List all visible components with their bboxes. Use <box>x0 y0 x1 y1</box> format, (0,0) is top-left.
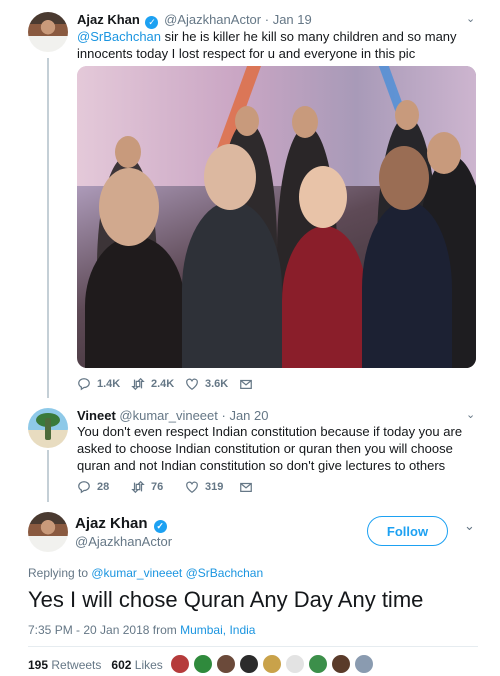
tweet-actions: 28 76 319 <box>77 480 293 494</box>
photo-face <box>299 166 347 228</box>
reply-icon <box>78 378 90 391</box>
thread-line <box>47 450 49 502</box>
author-name[interactable]: Ajaz Khan <box>77 12 140 27</box>
message-button[interactable] <box>239 480 293 494</box>
liker-avatar[interactable] <box>308 654 328 674</box>
tweet-date[interactable]: · Jan 19 <box>265 12 312 27</box>
like-icon <box>186 378 198 390</box>
tweet-body: You don't even respect Indian constituti… <box>77 424 463 473</box>
like-label: Likes <box>131 658 163 672</box>
photo-face <box>99 168 159 246</box>
chevron-down-icon[interactable]: ⌄ <box>466 408 475 421</box>
tweet-actions: 1.4K 2.4K 3.6K <box>77 377 293 391</box>
photo-face <box>204 144 256 210</box>
liker-avatar[interactable] <box>170 654 190 674</box>
like-button[interactable]: 3.6K <box>185 377 239 391</box>
retweet-button[interactable]: 76 <box>131 480 185 494</box>
liker-avatars <box>170 654 377 674</box>
message-icon <box>240 379 252 389</box>
thread-line <box>47 58 49 398</box>
timestamp-text[interactable]: 7:35 PM - 20 Jan 2018 from <box>28 623 180 637</box>
liker-avatar[interactable] <box>354 654 374 674</box>
like-total: 602 <box>111 658 132 672</box>
follow-button[interactable]: Follow <box>367 516 448 546</box>
tweet-body: Yes I will chose Quran Any Day Any time <box>28 587 424 612</box>
photo-face <box>115 136 141 168</box>
tweet-date[interactable]: · Jan 20 <box>222 408 269 423</box>
author-name[interactable]: Vineet <box>77 408 116 423</box>
retweet-total: 195 <box>28 658 49 672</box>
photo-person <box>282 226 367 368</box>
chevron-down-icon[interactable]: ⌄ <box>466 12 475 25</box>
tweet-header: Vineet @kumar_vineeet · Jan 20 <box>77 408 268 423</box>
photo-face <box>235 106 259 136</box>
liker-avatar[interactable] <box>285 654 305 674</box>
avatar[interactable] <box>28 12 68 52</box>
verified-icon: ✓ <box>153 520 167 533</box>
retweet-count: 76 <box>151 481 164 493</box>
likes-stat[interactable]: 602 Likes <box>111 658 162 672</box>
reply-count: 28 <box>97 481 110 493</box>
liker-avatar[interactable] <box>216 654 236 674</box>
author-handle[interactable]: @kumar_vineeet <box>119 408 217 423</box>
like-button[interactable]: 319 <box>185 480 239 494</box>
photo-person <box>362 201 452 368</box>
author-handle[interactable]: @AjazkhanActor <box>164 12 261 27</box>
photo-face <box>395 100 419 130</box>
liker-avatar[interactable] <box>331 654 351 674</box>
reply-icon <box>78 481 90 494</box>
replying-to-links[interactable]: @kumar_vineeet @SrBachchan <box>91 566 263 580</box>
tweet-header: Ajaz Khan ✓ @AjazkhanActor · Jan 19 <box>77 12 312 29</box>
reply-button[interactable]: 28 <box>77 480 131 494</box>
reply-button[interactable]: 1.4K <box>77 377 131 391</box>
photo-face <box>292 106 318 138</box>
reply-count: 1.4K <box>97 378 121 390</box>
retweet-button[interactable]: 2.4K <box>131 377 185 391</box>
liker-avatar[interactable] <box>193 654 213 674</box>
mention-link[interactable]: @SrBachchan <box>77 29 161 44</box>
chevron-down-icon[interactable]: ⌄ <box>464 518 475 534</box>
like-count: 3.6K <box>205 378 229 390</box>
retweets-stat[interactable]: 195 Retweets <box>28 658 101 672</box>
avatar[interactable] <box>28 512 68 552</box>
photo-face <box>379 146 429 210</box>
avatar[interactable] <box>28 408 68 448</box>
tweet-timestamp: 7:35 PM - 20 Jan 2018 from Mumbai, India <box>28 623 255 637</box>
liker-avatar[interactable] <box>239 654 259 674</box>
liker-avatar[interactable] <box>262 654 282 674</box>
photo-face <box>427 132 461 174</box>
retweet-label: Retweets <box>48 658 102 672</box>
message-icon <box>240 482 252 492</box>
retweet-count: 2.4K <box>151 378 175 390</box>
tweet-photo[interactable] <box>77 66 476 368</box>
photo-person <box>85 236 185 368</box>
tweet-text: @SrBachchan sir he is killer he kill so … <box>77 28 472 62</box>
like-count: 319 <box>205 481 224 493</box>
location-link[interactable]: Mumbai, India <box>180 623 255 637</box>
message-button[interactable] <box>239 377 293 391</box>
author-name[interactable]: Ajaz Khan ✓ <box>75 515 169 533</box>
retweet-icon <box>131 480 145 494</box>
author-handle[interactable]: @AjazkhanActor <box>75 534 172 549</box>
like-icon <box>186 481 198 493</box>
retweet-icon <box>131 377 145 391</box>
tweet-stats: 195 Retweets 602 Likes <box>28 658 163 672</box>
divider <box>28 646 478 647</box>
author-name-text: Ajaz Khan <box>75 515 148 532</box>
replying-to: Replying to @kumar_vineeet @SrBachchan <box>28 566 263 580</box>
replying-prefix: Replying to <box>28 566 92 580</box>
photo-person <box>182 201 282 368</box>
